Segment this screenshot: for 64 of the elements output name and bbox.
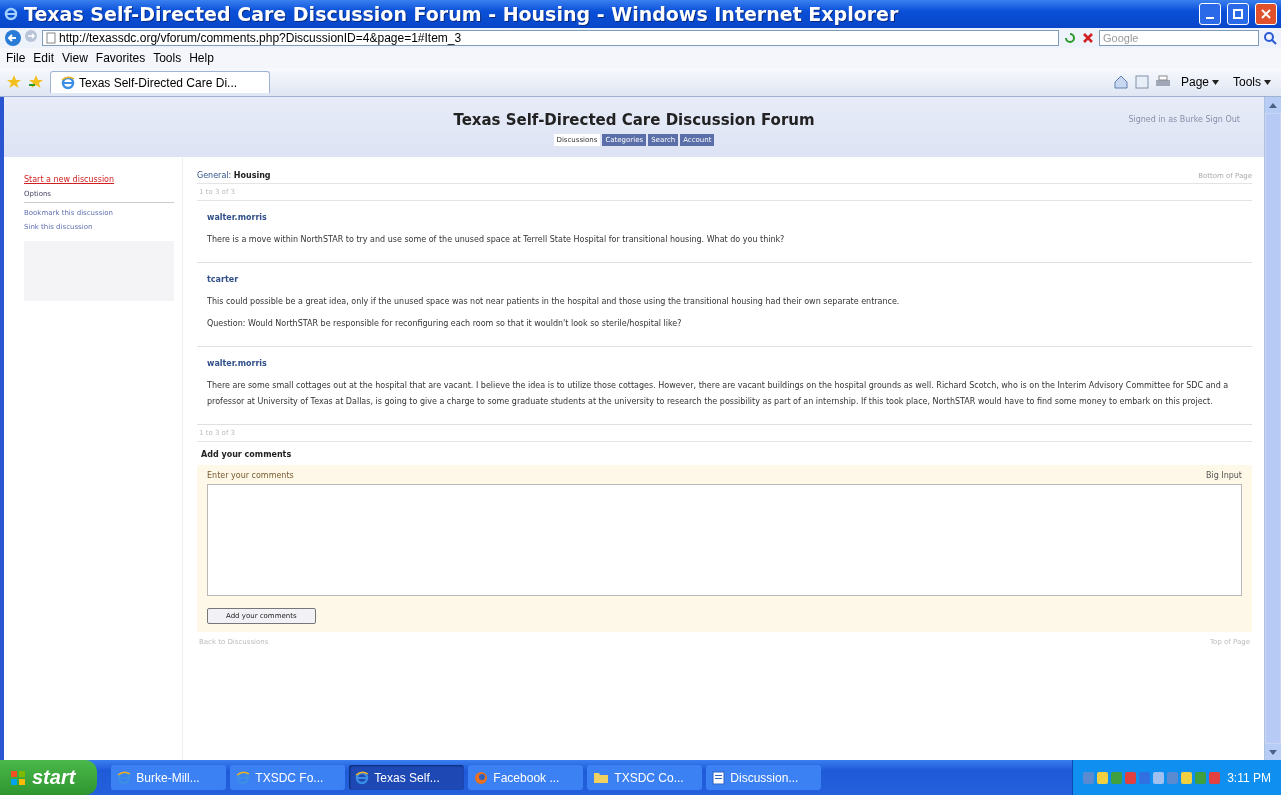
clock-text: 3:11 PM [1227,770,1271,785]
browser-tab[interactable]: Texas Self-Directed Care Di... [50,71,270,93]
browser-icon [474,770,489,785]
favorites-star-icon[interactable] [6,74,22,90]
document-icon [712,770,726,785]
page-icon [46,32,56,44]
window-title: Texas Self-Directed Care Discussion Forum - Housing - Windows Internet Explorer [24,3,900,25]
browser-icon [117,770,132,785]
address-field[interactable]: http://texassdc.org/vforum/comments.php?DiscussionID=4&page=1#Item_3 [42,30,1059,46]
toolbar-menu-button[interactable]: Page [1176,75,1223,89]
folder-icon [593,771,610,784]
taskbar-button[interactable]: TXSDC Co... [587,765,703,790]
comment-text: Question: Would NorthSTAR be responsible for reconfiguring each room so that it wouldn't look so sterile/hospital like? [207,318,683,330]
maximize-icon [1233,9,1243,19]
add-favorite-icon[interactable] [28,74,44,90]
scrollbar[interactable] [1264,97,1281,760]
add-comments-heading: Add your comments [200,449,293,461]
minimize-button[interactable] [1199,3,1221,25]
signed-in-text: Signed in as Burke Sign Out [1128,115,1240,124]
menu-item[interactable]: Tools [153,51,182,65]
back-icon[interactable] [4,29,22,47]
windows-logo-icon [10,769,26,786]
caret-icon [1212,79,1219,85]
menu-item[interactable]: Favorites [95,51,146,65]
topic-title: Housing [233,171,271,180]
scroll-up-icon[interactable] [1269,102,1277,108]
comment-text: There are some small cottages out at the hospital that are vacant. I believe the idea is to utilize those cottages. However, there are vacant buildings on the hospital grounds as well. Richard Scotch, who is on the Interim Advisory Committee for SDC and a professor at University of Texas at Dallas, is going to give a charge to some graduate students at the university to research the possibility as part of an internship. If this took place, NorthSTAR would have to find some money to embark on this project. [207,380,1230,408]
taskbar-button[interactable]: Discussion... [706,765,822,790]
comment-input-field[interactable] [207,484,1242,596]
refresh-icon[interactable] [1063,31,1077,45]
toolbar-menu-button[interactable]: Tools [1229,75,1275,89]
comment-author-link[interactable]: tcarter [207,275,1242,284]
search-icon[interactable] [1263,31,1277,45]
comment-text: This could possible be a great idea, only if the unused space was not near patients in the hospital and those using the transitional housing had their own separate entrance. [207,296,901,308]
category-link[interactable]: General: [197,171,232,180]
minimize-icon [1206,16,1214,19]
new-discussion-link[interactable]: Start a new discussion [24,175,174,184]
taskbar-button[interactable]: Burke-Mill... [111,765,227,790]
menu-item[interactable]: View [62,51,88,65]
scroll-down-icon[interactable] [1269,749,1277,755]
browser-icon [355,770,370,785]
print-icon[interactable] [1154,75,1171,89]
ie-logo-icon [4,7,18,21]
comment-text: There is a move within NorthSTAR to try and use some of the unused space at Terrell State Hospital for transitional housing. What do you think? [207,234,786,246]
close-icon [1261,9,1271,19]
search-field[interactable]: Google [1099,30,1259,46]
taskbar-button[interactable]: Facebook ... [468,765,584,790]
taskbar-button[interactable]: TXSDC Fo... [230,765,346,790]
page-icon [61,75,75,90]
maximize-button[interactable] [1227,3,1249,25]
forum-title: Texas Self-Directed Care Discussion Forum [453,111,815,129]
home-icon[interactable] [1112,74,1129,90]
menu-item[interactable]: File [6,51,26,65]
menu-item[interactable]: Edit [33,51,55,65]
comment-author-link[interactable]: walter.morris [207,213,1242,222]
caret-icon [1264,79,1271,85]
close-button[interactable] [1255,3,1277,25]
big-input-link[interactable]: Big Input [1205,471,1242,480]
stop-icon[interactable] [1081,31,1095,45]
comment-author-link[interactable]: walter.morris [207,359,1242,368]
menu-item[interactable]: Help [189,51,214,65]
taskbar-button[interactable]: Texas Self... [349,765,465,790]
comment-field-label: Enter your comments [207,471,294,480]
browser-icon [236,770,251,785]
